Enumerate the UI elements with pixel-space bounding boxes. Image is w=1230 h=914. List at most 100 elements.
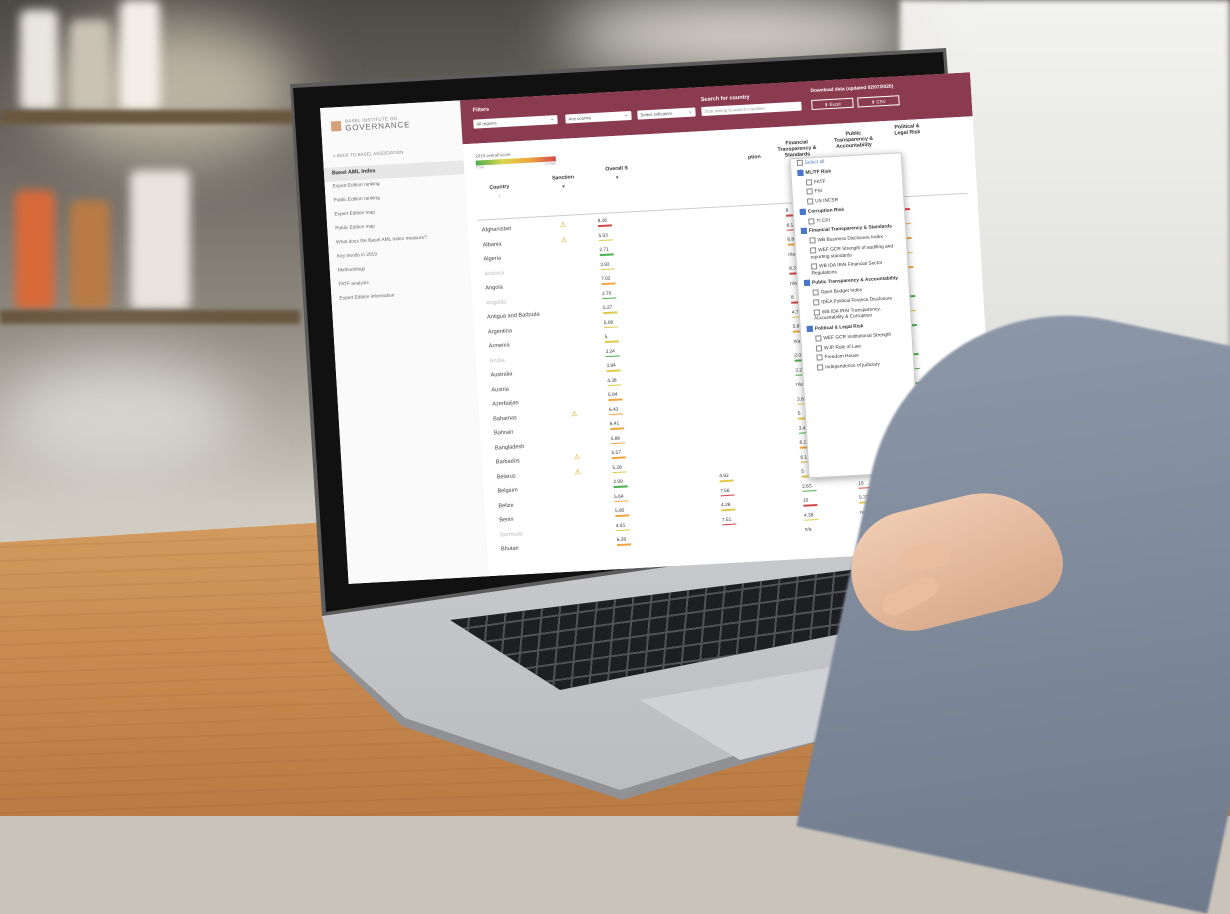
score-cell-fin: n/a	[805, 526, 831, 535]
score-cell-c4: 7.56	[720, 487, 746, 497]
col-country[interactable]: Country ↑	[479, 183, 520, 200]
country-name[interactable]: Benin	[499, 517, 514, 524]
country-name[interactable]: Belize	[498, 502, 514, 509]
country-name[interactable]: Antigua and Barbuda	[487, 312, 540, 321]
country-name[interactable]: Anguilla	[486, 299, 506, 306]
score-bar	[614, 499, 629, 503]
score-value: 3.24	[605, 349, 616, 355]
score-value: 4.28	[720, 502, 731, 509]
col-public[interactable]: Public Transparency & Accountability	[831, 130, 876, 150]
checkbox-icon	[809, 237, 816, 244]
country-name[interactable]: Bermuda	[500, 531, 523, 538]
indicator-option-label: FSI	[814, 189, 823, 195]
score-value: 5.28	[612, 465, 622, 471]
score-cell-overall: 5.03	[598, 232, 624, 242]
legend-high: 10 high	[544, 161, 557, 166]
score-value: 7.51	[721, 517, 732, 523]
indicator-option-label: WB IDA IRAI Transparency, Accountability…	[814, 306, 881, 323]
country-name[interactable]: Bangladesh	[495, 443, 525, 451]
col-overall-label: Overall S	[605, 165, 629, 173]
excel-label: Excel	[829, 101, 841, 108]
score-cell-overall: 5.08	[604, 319, 630, 329]
score-value: 10	[802, 498, 809, 504]
back-link[interactable]: < BACK TO BASEL ASSOCIATION	[333, 150, 404, 159]
country-name[interactable]: Afghanistan	[482, 226, 512, 234]
country-name[interactable]: Argentina	[488, 328, 512, 335]
search-label: Search for country	[700, 94, 750, 104]
region-select[interactable]: All regions ⌄	[473, 115, 558, 129]
score-cell-c4: 7.51	[721, 516, 748, 526]
score-value: 4.38	[607, 378, 617, 384]
country-name[interactable]: Andorra	[484, 270, 504, 277]
score-cell-c4: 4.92	[719, 473, 745, 482]
country-name[interactable]: Bahamas	[493, 415, 517, 422]
country-name[interactable]: Barbados	[496, 458, 520, 465]
select-all-label: Select all	[804, 159, 825, 166]
country-name[interactable]: Albania	[483, 241, 502, 248]
score-value: 4.92	[719, 473, 729, 480]
country-name[interactable]: Bhutan	[501, 546, 519, 553]
score-cell-c4: 4.28	[721, 502, 747, 511]
download-icon: ⬇	[871, 99, 876, 105]
score-cell-overall: 5.28	[612, 464, 638, 474]
col-corruption[interactable]: ption	[734, 153, 774, 161]
indicator-option-label: WEF GCR Strength of auditing and reporti…	[810, 244, 894, 261]
score-cell-overall: 5	[605, 334, 631, 343]
score-cell-overall: 5.64	[614, 493, 640, 503]
col-political[interactable]: Political & Legal Risk	[887, 123, 928, 137]
filters-label: Filters	[472, 106, 490, 114]
indicator-select[interactable]: Select indicators ⌄	[637, 107, 696, 120]
country-name[interactable]: Australia	[490, 371, 512, 378]
dropdown-options: ML/TF Risk FATF FSI US INCSR Corruption Risk…	[791, 163, 913, 374]
indicator-option-label: WB IDA IRAI Financial Sector Regulations	[811, 261, 883, 277]
col-sanction-label: Sanction	[551, 174, 575, 182]
score-value: 6.28	[616, 537, 627, 544]
country-name[interactable]: Azerbaijan	[492, 400, 519, 407]
score-value: 8	[785, 208, 789, 214]
col-overall[interactable]: Overall S ▾	[596, 165, 637, 182]
score-bar	[615, 514, 630, 517]
checkbox-icon	[816, 354, 823, 361]
score-value: 2.71	[599, 247, 609, 254]
sanction-warning-icon: ⚠	[573, 453, 581, 462]
country-name[interactable]: Armenia	[489, 342, 510, 349]
csv-download-button[interactable]: ⬇ CSV	[857, 95, 900, 108]
score-cell-fin: 2.63	[802, 483, 828, 492]
score-bar	[603, 311, 618, 314]
score-value: n/a	[789, 280, 797, 287]
country-name[interactable]: Belgium	[497, 487, 518, 494]
score-bar	[804, 518, 819, 521]
score-cell-overall: 5.94	[608, 392, 634, 401]
col-sanction[interactable]: Sanction ▾	[543, 174, 584, 191]
excel-download-button[interactable]: ⬇ Excel	[811, 97, 854, 111]
checkbox-checked-icon	[806, 325, 813, 333]
score-value: 8.16	[597, 218, 608, 225]
score-bar	[722, 523, 737, 526]
legend-low: 0 low	[475, 165, 485, 170]
score-value: 5.27	[602, 305, 613, 312]
score-bar	[612, 470, 627, 474]
col-corruption-label: ption	[747, 154, 761, 161]
score-cell-fin: 10	[802, 497, 829, 507]
score-value: 6.43	[608, 407, 619, 413]
col-political-label: Political & Legal Risk	[894, 123, 921, 137]
country-name[interactable]: Bahrain	[494, 429, 514, 436]
logo[interactable]: BASEL INSTITUTE ON GOVERNANCE	[330, 115, 410, 133]
score-value: 5	[604, 335, 608, 341]
search-input[interactable]: Start writing to search countries	[701, 101, 802, 117]
score-bar	[721, 508, 736, 511]
country-name[interactable]: Aruba	[490, 357, 505, 364]
score-bar	[610, 441, 626, 445]
checkbox-checked-icon	[799, 208, 806, 215]
score-cell-overall: 2.99	[613, 479, 639, 488]
country-name[interactable]: Austria	[491, 386, 509, 393]
checkbox-icon	[807, 198, 814, 205]
country-name[interactable]: Belarus	[496, 473, 515, 480]
country-select[interactable]: Any country ⌄	[565, 110, 632, 124]
score-value: 5	[797, 411, 801, 417]
score-value: 2.70	[601, 291, 612, 297]
country-name[interactable]: Angola	[485, 285, 503, 292]
country-name[interactable]: Algeria	[483, 256, 501, 263]
score-value: 5.03	[598, 233, 609, 239]
score-bar	[600, 267, 615, 271]
